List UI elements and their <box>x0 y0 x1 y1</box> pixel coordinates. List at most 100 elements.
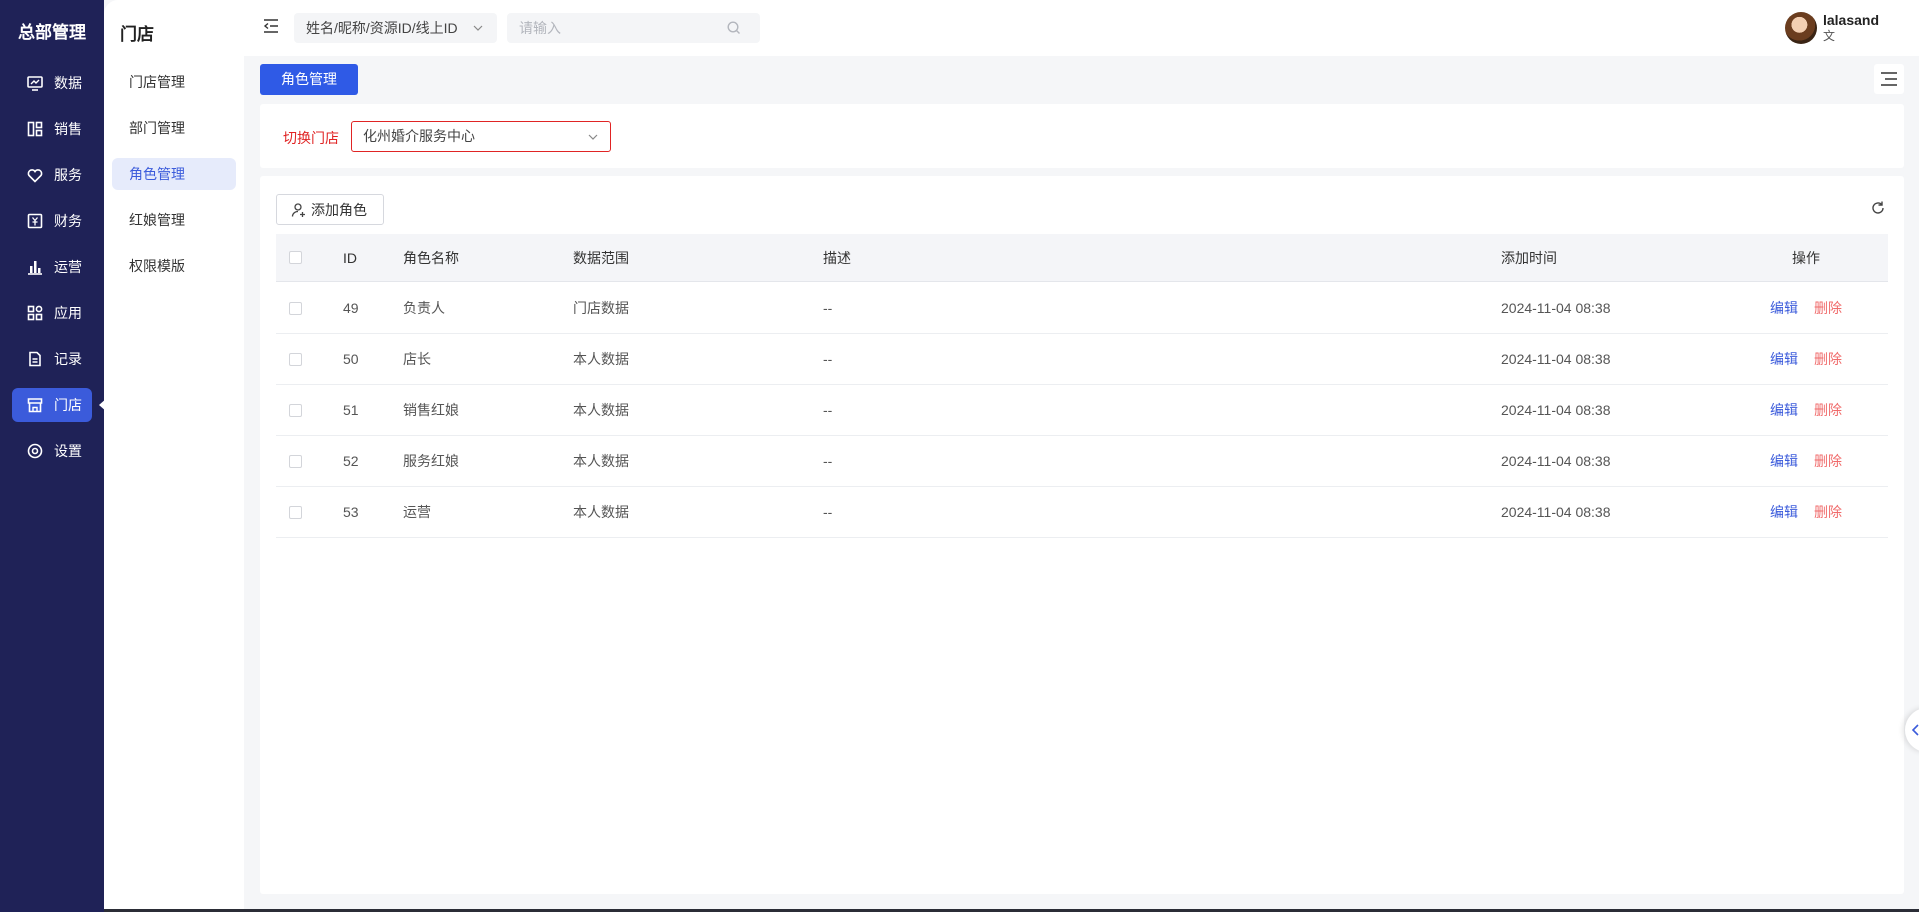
search-input[interactable] <box>507 13 760 43</box>
delete-link[interactable]: 删除 <box>1814 400 1842 420</box>
yen-icon <box>27 213 43 229</box>
store-select-value: 化州婚介服务中心 <box>363 128 475 144</box>
table-row: 53 运营 本人数据 -- 2024-11-04 08:38 编辑 删除 <box>276 487 1888 538</box>
apps-icon <box>27 305 43 321</box>
cell-data-scope: 门店数据 <box>573 300 629 316</box>
roles-table-card: 添加角色 ID 角色名称 数据范围 描述 添加时间 操作 49 负责人 门店数据… <box>260 176 1904 894</box>
subnav-item-department-management[interactable]: 部门管理 <box>112 112 236 144</box>
menu-lines-icon <box>1881 72 1897 86</box>
edit-link[interactable]: 编辑 <box>1770 451 1798 471</box>
subnav-item-store-management[interactable]: 门店管理 <box>112 66 236 98</box>
rail-item-operations[interactable]: 运营 <box>12 250 92 284</box>
row-checkbox[interactable] <box>289 505 302 519</box>
chevron-down-icon <box>588 134 598 140</box>
row-checkbox[interactable] <box>289 352 302 366</box>
rail-item-label: 设置 <box>54 443 82 459</box>
delete-link[interactable]: 删除 <box>1814 502 1842 522</box>
cell-role-name: 服务红娘 <box>403 453 459 469</box>
cell-id: 52 <box>343 453 359 469</box>
cell-description: -- <box>823 351 833 367</box>
column-header-actions: 操作 <box>1792 249 1820 266</box>
cell-role-name: 销售红娘 <box>403 402 459 418</box>
cell-added-time: 2024-11-04 08:38 <box>1501 453 1611 469</box>
rail-item-label: 记录 <box>54 351 82 367</box>
search-type-value: 姓名/昵称/资源ID/线上ID <box>306 20 458 36</box>
cell-data-scope: 本人数据 <box>573 402 629 418</box>
cell-id: 53 <box>343 504 359 520</box>
row-checkbox[interactable] <box>289 403 302 417</box>
cell-data-scope: 本人数据 <box>573 453 629 469</box>
cell-added-time: 2024-11-04 08:38 <box>1501 351 1611 367</box>
search-type-select[interactable]: 姓名/昵称/资源ID/线上ID <box>294 13 497 43</box>
user-menu[interactable]: lalasand 文 <box>1784 10 1879 46</box>
rail-item-label: 数据 <box>54 75 82 91</box>
rail-item-finance[interactable]: 财务 <box>12 204 92 238</box>
rail-item-settings[interactable]: 设置 <box>12 434 92 468</box>
chart-monitor-icon <box>27 76 43 91</box>
rail-item-label: 运营 <box>54 259 82 275</box>
heart-icon <box>27 169 43 183</box>
rail-item-store[interactable]: 门店 <box>12 388 92 422</box>
sub-sidebar-title: 门店 <box>120 25 154 44</box>
cell-description: -- <box>823 300 833 316</box>
tab-role-management[interactable]: 角色管理 <box>260 64 358 95</box>
rail-item-apps[interactable]: 应用 <box>12 296 92 330</box>
add-user-icon <box>291 202 305 217</box>
tab-options-button[interactable] <box>1874 64 1904 94</box>
settings-icon <box>27 443 43 459</box>
rail-item-label: 门店 <box>54 397 82 413</box>
subnav-item-matchmaker-management[interactable]: 红娘管理 <box>112 204 236 236</box>
store-select[interactable]: 化州婚介服务中心 <box>351 121 611 152</box>
add-role-label: 添加角色 <box>311 201 367 218</box>
edit-link[interactable]: 编辑 <box>1770 400 1798 420</box>
column-header-id: ID <box>343 249 357 266</box>
delete-link[interactable]: 删除 <box>1814 298 1842 318</box>
chevron-left-icon <box>1911 724 1919 736</box>
switch-store-label: 切换门店 <box>283 130 339 146</box>
add-role-button[interactable]: 添加角色 <box>276 194 384 225</box>
rail-item-sales[interactable]: 销售 <box>12 112 92 146</box>
cell-role-name: 运营 <box>403 504 431 520</box>
user-role: 文 <box>1822 29 1835 43</box>
rail-item-records[interactable]: 记录 <box>12 342 92 376</box>
column-header-description: 描述 <box>823 249 851 266</box>
table-row: 49 负责人 门店数据 -- 2024-11-04 08:38 编辑 删除 <box>276 283 1888 334</box>
cell-description: -- <box>823 504 833 520</box>
cell-id: 50 <box>343 351 359 367</box>
edit-link[interactable]: 编辑 <box>1770 349 1798 369</box>
subnav-item-role-management[interactable]: 角色管理 <box>112 158 236 190</box>
column-header-data-scope: 数据范围 <box>573 249 629 266</box>
cell-role-name: 店长 <box>403 351 431 367</box>
table-row: 50 店长 本人数据 -- 2024-11-04 08:38 编辑 删除 <box>276 334 1888 385</box>
delete-link[interactable]: 删除 <box>1814 451 1842 471</box>
cell-role-name: 负责人 <box>403 300 445 316</box>
edit-link[interactable]: 编辑 <box>1770 502 1798 522</box>
cell-added-time: 2024-11-04 08:38 <box>1501 504 1611 520</box>
refresh-icon[interactable] <box>1870 200 1886 216</box>
select-all-checkbox[interactable] <box>289 251 302 264</box>
table-row: 51 销售红娘 本人数据 -- 2024-11-04 08:38 编辑 删除 <box>276 385 1888 436</box>
row-checkbox[interactable] <box>289 301 302 315</box>
app-title: 总部管理 <box>18 23 86 42</box>
rail-item-label: 应用 <box>54 305 82 321</box>
edit-link[interactable]: 编辑 <box>1770 298 1798 318</box>
delete-link[interactable]: 删除 <box>1814 349 1842 369</box>
cell-added-time: 2024-11-04 08:38 <box>1501 402 1611 418</box>
cell-id: 49 <box>343 300 359 316</box>
cell-description: -- <box>823 402 833 418</box>
cell-id: 51 <box>343 402 359 418</box>
table-header: ID 角色名称 数据范围 描述 添加时间 操作 <box>276 234 1888 282</box>
top-bar: 姓名/昵称/资源ID/线上ID lalasand 文 <box>244 0 1919 56</box>
row-checkbox[interactable] <box>289 454 302 468</box>
rail-item-label: 销售 <box>54 121 82 137</box>
side-panel-toggle[interactable] <box>1905 708 1919 752</box>
search-icon[interactable] <box>726 20 742 36</box>
cell-data-scope: 本人数据 <box>573 351 629 367</box>
rail-item-service[interactable]: 服务 <box>12 158 92 192</box>
collapse-menu-icon[interactable] <box>262 17 280 35</box>
sub-sidebar: 门店 门店管理 部门管理 角色管理 红娘管理 权限模版 <box>104 0 244 912</box>
subnav-item-permission-template[interactable]: 权限模版 <box>112 250 236 282</box>
rail-item-data[interactable]: 数据 <box>12 66 92 100</box>
cell-added-time: 2024-11-04 08:38 <box>1501 300 1611 316</box>
avatar <box>1784 12 1817 44</box>
